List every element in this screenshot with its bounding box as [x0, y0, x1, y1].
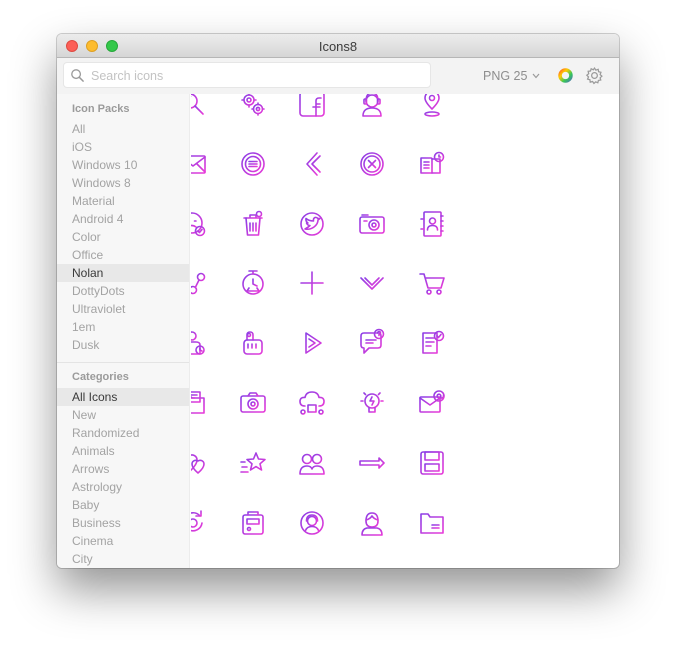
gear-icon[interactable] [585, 66, 604, 85]
location-pin-icon[interactable] [417, 94, 447, 119]
shopping-cart-icon[interactable] [417, 268, 447, 298]
sidebar-category-arrows[interactable]: Arrows [57, 460, 189, 478]
format-label: PNG 25 [483, 69, 528, 83]
toolbar: PNG 25 [57, 58, 619, 94]
contact-book-icon[interactable] [417, 209, 447, 239]
sidebar-category-randomized[interactable]: Randomized [57, 424, 189, 442]
sidebar-category-city[interactable]: City [57, 550, 189, 568]
facebook-icon[interactable] [297, 94, 327, 119]
sidebar-item-ultraviolet[interactable]: Ultraviolet [57, 300, 189, 318]
sidebar-item-nolan[interactable]: Nolan [57, 264, 189, 282]
people-icon[interactable] [297, 448, 327, 478]
user-lock-icon[interactable] [191, 328, 208, 358]
sidebar-category-new[interactable]: New [57, 406, 189, 424]
user-avatar-icon[interactable] [357, 508, 387, 538]
sidebar-item-android-4[interactable]: Android 4 [57, 210, 189, 228]
email-at-icon[interactable] [417, 388, 447, 418]
categories-list: All Icons New Randomized Animals Arrows Astro… [57, 388, 189, 568]
sidebar-item-office[interactable]: Office [57, 246, 189, 264]
window-title: Icons8 [318, 39, 358, 54]
sad-face-icon[interactable] [191, 209, 208, 239]
arrow-right-icon[interactable] [357, 448, 387, 478]
book-clock-icon[interactable] [417, 149, 447, 179]
sidebar-item-all[interactable]: All [57, 120, 189, 138]
magnifier-icon[interactable] [191, 94, 208, 119]
refresh-coin-icon[interactable] [191, 508, 208, 538]
search-icon [71, 69, 84, 82]
app-window: Icons8 PNG 25 [57, 34, 619, 568]
sidebar-divider [57, 362, 189, 363]
sidebar-item-windows-8[interactable]: Windows 8 [57, 174, 189, 192]
headset-user-icon[interactable] [297, 508, 327, 538]
chevron-down-icon[interactable] [357, 268, 387, 298]
trash-icon[interactable] [238, 209, 268, 239]
sidebar-item-windows-10[interactable]: Windows 10 [57, 156, 189, 174]
sidebar-item-dottydots[interactable]: DottyDots [57, 282, 189, 300]
photo-camera-icon[interactable] [357, 209, 387, 239]
twitter-icon[interactable] [297, 209, 327, 239]
folder-document-icon[interactable] [191, 388, 208, 418]
approved-document-icon[interactable] [417, 328, 447, 358]
cloud-network-icon[interactable] [297, 388, 327, 418]
chevron-left-icon[interactable] [297, 149, 327, 179]
sidebar-item-color[interactable]: Color [57, 228, 189, 246]
sidebar-item-material[interactable]: Material [57, 192, 189, 210]
floppy-disk-icon[interactable] [417, 448, 447, 478]
format-dropdown[interactable]: PNG 25 [483, 69, 540, 83]
sidebar-category-cinema[interactable]: Cinema [57, 532, 189, 550]
sidebar-category-baby[interactable]: Baby [57, 496, 189, 514]
gears-icon[interactable] [238, 94, 268, 119]
share-nodes-icon[interactable] [191, 268, 208, 298]
cancel-circle-icon[interactable] [357, 149, 387, 179]
sidebar-category-astrology[interactable]: Astrology [57, 478, 189, 496]
categories-heading: Categories [72, 371, 129, 383]
idea-lamp-icon[interactable] [357, 388, 387, 418]
radio-icon[interactable] [238, 508, 268, 538]
icon-packs-heading: Icon Packs [72, 103, 130, 115]
icon-packs-list: All iOS Windows 10 Windows 8 Material Android… [57, 120, 189, 354]
icon-grid [191, 94, 619, 568]
sidebar-item-1em[interactable]: 1em [57, 318, 189, 336]
chevron-down-icon [533, 73, 540, 79]
sidebar-category-all-icons[interactable]: All Icons [57, 388, 189, 406]
sidebar-item-dusk[interactable]: Dusk [57, 336, 189, 354]
hand-fist-icon[interactable] [238, 328, 268, 358]
support-agent-icon[interactable] [357, 94, 387, 119]
sidebar-item-ios[interactable]: iOS [57, 138, 189, 156]
envelope-icon[interactable] [191, 149, 208, 179]
shooting-star-icon[interactable] [238, 448, 268, 478]
sidebar: Icon Packs All iOS Windows 10 Windows 8 Mate… [57, 94, 190, 568]
search-box[interactable] [63, 62, 431, 88]
hearts-icon[interactable] [191, 448, 208, 478]
chat-question-icon[interactable] [357, 328, 387, 358]
menu-circle-icon[interactable] [238, 149, 268, 179]
alarm-clock-icon[interactable] [238, 268, 268, 298]
plus-icon[interactable] [297, 268, 327, 298]
folder-icon[interactable] [417, 508, 447, 538]
camera-photo-icon[interactable] [238, 388, 268, 418]
sidebar-category-animals[interactable]: Animals [57, 442, 189, 460]
search-input[interactable] [91, 67, 421, 84]
sidebar-category-business[interactable]: Business [57, 514, 189, 532]
title-bar: Icons8 [57, 34, 619, 58]
color-wheel-icon[interactable] [557, 67, 574, 84]
play-triangle-icon[interactable] [297, 328, 327, 358]
